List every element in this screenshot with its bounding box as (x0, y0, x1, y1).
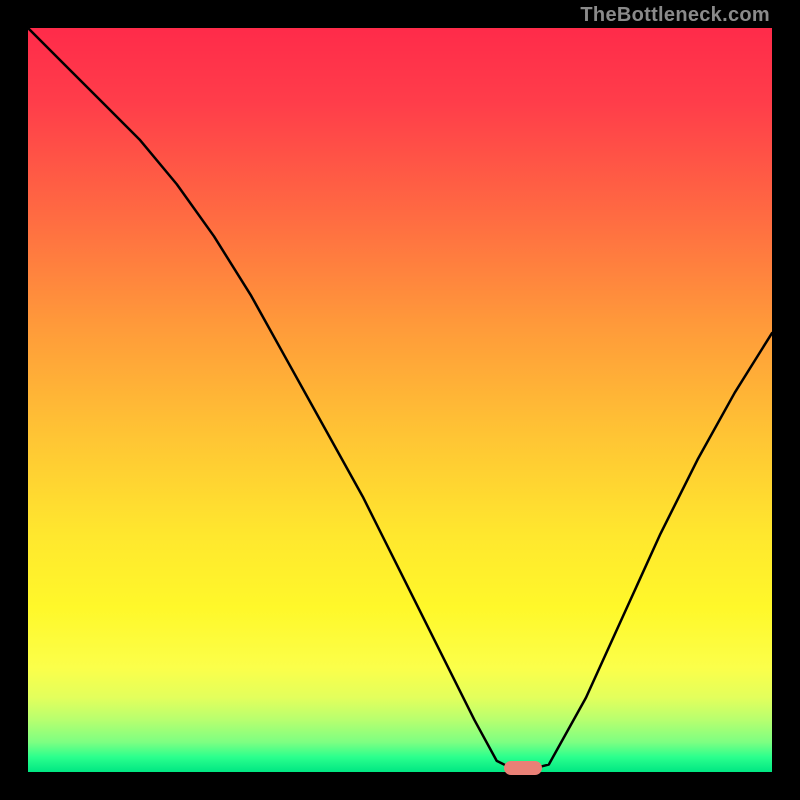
optimal-marker (504, 761, 542, 775)
plot-area (28, 28, 772, 772)
watermark-label: TheBottleneck.com (580, 4, 770, 27)
chart-container: TheBottleneck.com (0, 0, 800, 800)
bottleneck-curve (28, 28, 772, 772)
